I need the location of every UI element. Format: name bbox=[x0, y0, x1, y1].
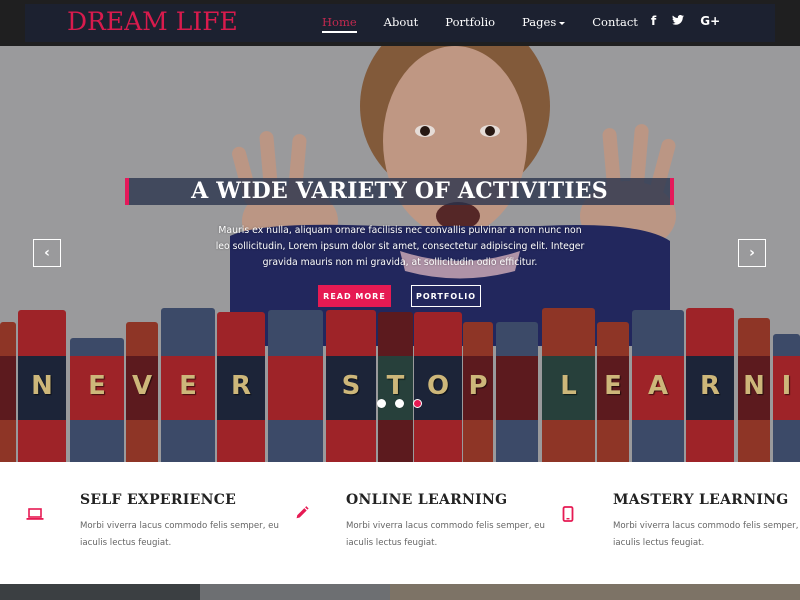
book-spine: P bbox=[463, 322, 493, 462]
book-spine: S bbox=[326, 310, 376, 462]
book-letter: R bbox=[699, 371, 721, 401]
hero-description: Mauris ex nulla, aliquam ornare facilisi… bbox=[215, 225, 585, 268]
book-spine: V bbox=[126, 322, 158, 462]
hero-title: A WIDE VARIETY OF ACTIVITIES bbox=[191, 178, 608, 204]
facebook-icon[interactable]: f bbox=[651, 14, 656, 28]
nav-portfolio[interactable]: Portfolio bbox=[445, 15, 495, 29]
mobile-icon bbox=[562, 506, 574, 522]
chevron-left-icon: ‹ bbox=[44, 245, 50, 261]
next-slide-button[interactable]: › bbox=[738, 239, 766, 267]
book-spine bbox=[268, 310, 323, 462]
book-letter: R bbox=[230, 371, 252, 401]
book-spine: E bbox=[161, 308, 215, 462]
book-letter: V bbox=[131, 371, 153, 401]
next-section-preview bbox=[0, 584, 800, 600]
nav-about[interactable]: About bbox=[384, 15, 419, 29]
feature-title: SELF EXPERIENCE bbox=[80, 492, 237, 508]
feature-text: Morbi viverra lacus commodo felis semper… bbox=[613, 521, 800, 548]
book-spine: A bbox=[632, 310, 684, 462]
main-nav: Home About Portfolio Pages Contact bbox=[322, 15, 665, 33]
book-letter: L bbox=[560, 371, 577, 401]
book-spine bbox=[0, 322, 16, 462]
book-letter: E bbox=[88, 371, 106, 401]
preview-image-2 bbox=[200, 584, 390, 600]
book-letter: S bbox=[341, 371, 361, 401]
chevron-right-icon: › bbox=[749, 245, 755, 261]
nav-home[interactable]: Home bbox=[322, 15, 357, 33]
book-letter: N bbox=[743, 371, 765, 401]
read-more-button[interactable]: READ MORE bbox=[318, 285, 391, 307]
book-letter: E bbox=[604, 371, 622, 401]
book-spine: O bbox=[414, 312, 462, 462]
navbar: DREAM LIFE Home About Portfolio Pages Co… bbox=[25, 4, 775, 42]
social-links: f G+ bbox=[651, 14, 736, 28]
slider-dots bbox=[377, 399, 431, 408]
feature-title: MASTERY LEARNING bbox=[613, 492, 789, 508]
book-spine: E bbox=[70, 338, 124, 462]
site-logo[interactable]: DREAM LIFE bbox=[67, 7, 238, 36]
preview-image-3 bbox=[390, 584, 800, 600]
nav-pages[interactable]: Pages bbox=[522, 15, 566, 29]
feature-text: Morbi viverra lacus commodo felis semper… bbox=[346, 521, 545, 548]
book-letter: T bbox=[386, 371, 405, 401]
book-spine bbox=[496, 322, 538, 462]
book-spine: R bbox=[217, 312, 265, 462]
book-letter: N bbox=[31, 371, 53, 401]
book-spine: L bbox=[542, 308, 595, 462]
hero-title-band: A WIDE VARIETY OF ACTIVITIES bbox=[125, 178, 674, 205]
book-letter: A bbox=[647, 371, 669, 401]
prev-slide-button[interactable]: ‹ bbox=[33, 239, 61, 267]
pencil-icon bbox=[296, 506, 309, 519]
nav-pages-label: Pages bbox=[522, 15, 557, 29]
feature-text: Morbi viverra lacus commodo felis semper… bbox=[80, 521, 279, 548]
book-band bbox=[268, 356, 323, 420]
book-band bbox=[496, 356, 538, 420]
laptop-icon bbox=[26, 508, 44, 520]
book-letter: I bbox=[781, 371, 792, 401]
book-letter: E bbox=[179, 371, 197, 401]
hero-slider: NEVERSTOPLEARNI A WIDE VARIETY OF ACTIVI… bbox=[0, 46, 800, 462]
nav-contact[interactable]: Contact bbox=[592, 15, 638, 29]
top-bar: DREAM LIFE Home About Portfolio Pages Co… bbox=[0, 0, 800, 46]
slider-dot-3[interactable] bbox=[413, 399, 422, 408]
book-spine: N bbox=[18, 310, 66, 462]
google-plus-icon[interactable]: G+ bbox=[700, 14, 720, 28]
slider-dot-2[interactable] bbox=[395, 399, 404, 408]
book-letter: O bbox=[426, 371, 450, 401]
feature-title: ONLINE LEARNING bbox=[346, 492, 508, 508]
book-spine: E bbox=[597, 322, 629, 462]
book-spine: R bbox=[686, 308, 734, 462]
book-spine: T bbox=[378, 312, 413, 462]
book-letter: P bbox=[468, 371, 488, 401]
portfolio-button[interactable]: PORTFOLIO bbox=[411, 285, 481, 307]
twitter-icon[interactable] bbox=[672, 14, 685, 28]
features-section: SELF EXPERIENCE Morbi viverra lacus comm… bbox=[0, 462, 800, 584]
caret-down-icon bbox=[559, 21, 566, 25]
book-band bbox=[0, 356, 16, 420]
book-spine: I bbox=[773, 334, 800, 462]
preview-image-1 bbox=[0, 584, 200, 600]
slider-dot-1[interactable] bbox=[377, 399, 386, 408]
book-spine: N bbox=[738, 318, 770, 462]
